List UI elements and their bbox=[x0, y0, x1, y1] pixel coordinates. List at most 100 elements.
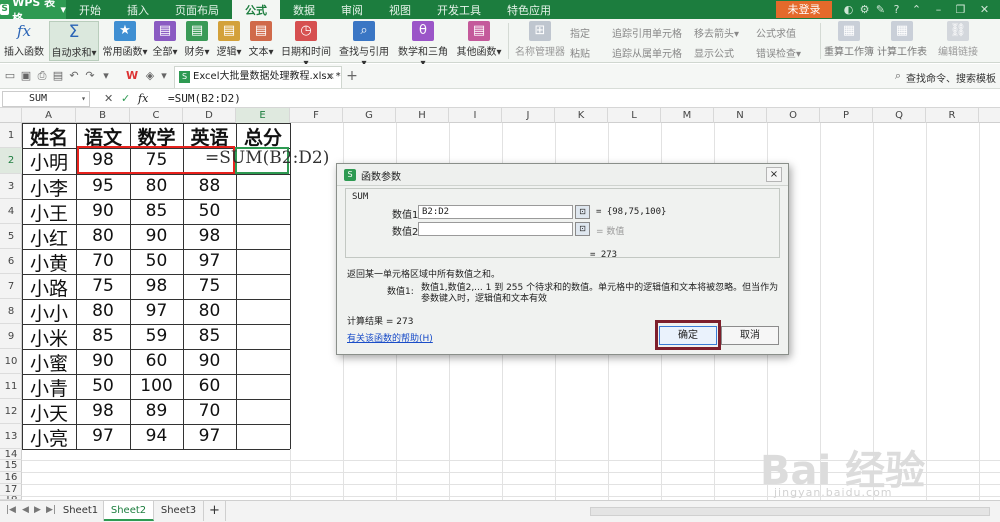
ribbon-collapse-icon[interactable]: ⌃ bbox=[910, 3, 923, 16]
table-cell[interactable]: 70 bbox=[183, 401, 236, 421]
tab-developer[interactable]: 开发工具 bbox=[424, 0, 494, 19]
table-cell[interactable]: 89 bbox=[130, 401, 183, 421]
row-header[interactable]: 17 bbox=[0, 484, 22, 496]
edit-links-button[interactable]: ⛓ 编辑链接 bbox=[936, 21, 980, 61]
column-header-k[interactable]: K bbox=[555, 108, 608, 123]
wps-home-icon[interactable]: W bbox=[126, 70, 138, 82]
table-cell[interactable]: 小小 bbox=[22, 299, 76, 326]
first-sheet-icon[interactable]: |◀ bbox=[6, 505, 16, 515]
table-cell[interactable]: 97 bbox=[183, 426, 236, 446]
formula-input[interactable]: =SUM(B2:D2) bbox=[168, 91, 241, 107]
row-header[interactable]: 16 bbox=[0, 472, 22, 484]
login-button[interactable]: 未登录 bbox=[776, 1, 832, 18]
column-header-h[interactable]: H bbox=[396, 108, 449, 123]
tab-page-layout[interactable]: 页面布局 bbox=[162, 0, 232, 19]
table-cell[interactable]: 小亮 bbox=[22, 424, 76, 451]
tab-insert[interactable]: 插入 bbox=[114, 0, 162, 19]
save-icon[interactable]: ▣ bbox=[20, 70, 32, 82]
last-sheet-icon[interactable]: ▶| bbox=[46, 505, 56, 515]
column-header-a[interactable]: A bbox=[22, 108, 76, 123]
tab-data[interactable]: 数据 bbox=[280, 0, 328, 19]
column-header-j[interactable]: J bbox=[502, 108, 555, 123]
restore-icon[interactable]: ❐ bbox=[954, 3, 967, 16]
table-cell[interactable]: 小黄 bbox=[22, 249, 76, 276]
column-header-q[interactable]: Q bbox=[873, 108, 926, 123]
table-cell[interactable]: 90 bbox=[76, 201, 130, 221]
minimize-icon[interactable]: – bbox=[932, 3, 945, 16]
table-cell[interactable]: 100 bbox=[130, 376, 183, 396]
table-cell[interactable]: 98 bbox=[183, 226, 236, 246]
common-functions-button[interactable]: ★ 常用函数▾ bbox=[101, 21, 149, 61]
row-header[interactable]: 10 bbox=[0, 349, 22, 374]
print-preview-icon[interactable]: ▤ bbox=[52, 70, 64, 82]
cancel-entry-icon[interactable]: ✕ bbox=[104, 91, 113, 107]
row-header[interactable]: 8 bbox=[0, 299, 22, 324]
table-cell[interactable]: 小青 bbox=[22, 374, 76, 401]
table-cell[interactable]: 小天 bbox=[22, 399, 76, 426]
column-header-l[interactable]: L bbox=[608, 108, 661, 123]
trace-precedents-button[interactable]: 追踪引用单元格 bbox=[612, 25, 682, 40]
new-tab-icon[interactable]: + bbox=[346, 69, 358, 83]
insert-function-button[interactable]: fx 插入函数 bbox=[2, 21, 46, 61]
undo-icon[interactable]: ↶ bbox=[68, 70, 80, 82]
logical-functions-button[interactable]: ▤ 逻辑▾ bbox=[214, 21, 244, 61]
row-header[interactable]: 4 bbox=[0, 199, 22, 224]
lookup-reference-button[interactable]: ⌕ 查找与引用▾ bbox=[337, 21, 391, 69]
column-header-c[interactable]: C bbox=[130, 108, 183, 123]
column-header-i[interactable]: I bbox=[449, 108, 502, 123]
range-picker-icon[interactable]: ⊡ bbox=[575, 222, 590, 236]
row-header[interactable]: 11 bbox=[0, 374, 22, 399]
table-cell[interactable]: 90 bbox=[76, 351, 130, 371]
document-tab[interactable]: S Excel大批量数据处理教程.xlsx * × bbox=[174, 66, 342, 88]
row-header[interactable]: 15 bbox=[0, 460, 22, 472]
open-folder-icon[interactable]: ▭ bbox=[4, 70, 16, 82]
table-cell[interactable]: 85 bbox=[130, 201, 183, 221]
table-cell[interactable]: 50 bbox=[130, 251, 183, 271]
table-cell[interactable]: 小红 bbox=[22, 224, 76, 251]
name-box[interactable]: SUM ▾ bbox=[2, 91, 90, 107]
table-cell[interactable]: 97 bbox=[130, 301, 183, 321]
settings-icon[interactable]: ⚙ bbox=[858, 3, 871, 16]
tab-features[interactable]: 特色应用 bbox=[494, 0, 564, 19]
trace-dependents-button[interactable]: 追踪从属单元格 bbox=[612, 45, 682, 60]
select-all-corner[interactable] bbox=[0, 108, 22, 123]
range-picker-icon[interactable]: ⊡ bbox=[575, 205, 590, 219]
confirm-entry-icon[interactable]: ✓ bbox=[121, 91, 130, 107]
row-header[interactable]: 2 bbox=[0, 148, 22, 174]
column-header-m[interactable]: M bbox=[661, 108, 714, 123]
column-header-p[interactable]: P bbox=[820, 108, 873, 123]
fx-icon[interactable]: fx bbox=[138, 91, 148, 107]
table-cell[interactable]: 98 bbox=[76, 401, 130, 421]
tab-home[interactable]: 开始 bbox=[66, 0, 114, 19]
row-header[interactable]: 13 bbox=[0, 424, 22, 449]
column-header-f[interactable]: F bbox=[290, 108, 343, 123]
other-functions-button[interactable]: ▤ 其他函数▾ bbox=[455, 21, 503, 61]
dropdown-icon[interactable]: ▾ bbox=[100, 70, 112, 82]
table-cell[interactable]: 97 bbox=[76, 426, 130, 446]
ok-button[interactable]: 确定 bbox=[659, 326, 717, 345]
table-cell[interactable]: 60 bbox=[183, 376, 236, 396]
tab-view[interactable]: 视图 bbox=[376, 0, 424, 19]
table-cell[interactable]: 97 bbox=[183, 251, 236, 271]
table-cell[interactable]: 80 bbox=[183, 301, 236, 321]
table-cell[interactable]: 88 bbox=[183, 176, 236, 196]
table-cell[interactable]: 70 bbox=[76, 251, 130, 271]
table-cell[interactable]: 50 bbox=[183, 201, 236, 221]
function-help-link[interactable]: 有关该函数的帮助(H) bbox=[347, 331, 433, 344]
table-cell[interactable]: 94 bbox=[130, 426, 183, 446]
print-icon[interactable]: ⎙ bbox=[36, 70, 48, 82]
table-cell[interactable]: 80 bbox=[76, 301, 130, 321]
dialog-close-button[interactable]: × bbox=[766, 167, 782, 182]
table-cell[interactable]: 75 bbox=[76, 276, 130, 296]
table-cell[interactable]: 75 bbox=[183, 276, 236, 296]
table-header-total[interactable]: 总分 bbox=[236, 123, 290, 150]
paste-name-button[interactable]: 粘贴 bbox=[570, 45, 590, 60]
add-sheet-button[interactable]: + bbox=[204, 501, 226, 521]
dropdown-icon[interactable]: ▾ bbox=[158, 70, 170, 82]
define-name-button[interactable]: 指定 bbox=[570, 25, 590, 40]
row-header[interactable]: 14 bbox=[0, 449, 22, 460]
next-sheet-icon[interactable]: ▶ bbox=[34, 505, 41, 515]
table-cell[interactable]: 小明 bbox=[22, 148, 76, 175]
row-header[interactable]: 7 bbox=[0, 274, 22, 299]
calc-sheet-button[interactable]: ▦ 计算工作表 bbox=[876, 21, 928, 61]
